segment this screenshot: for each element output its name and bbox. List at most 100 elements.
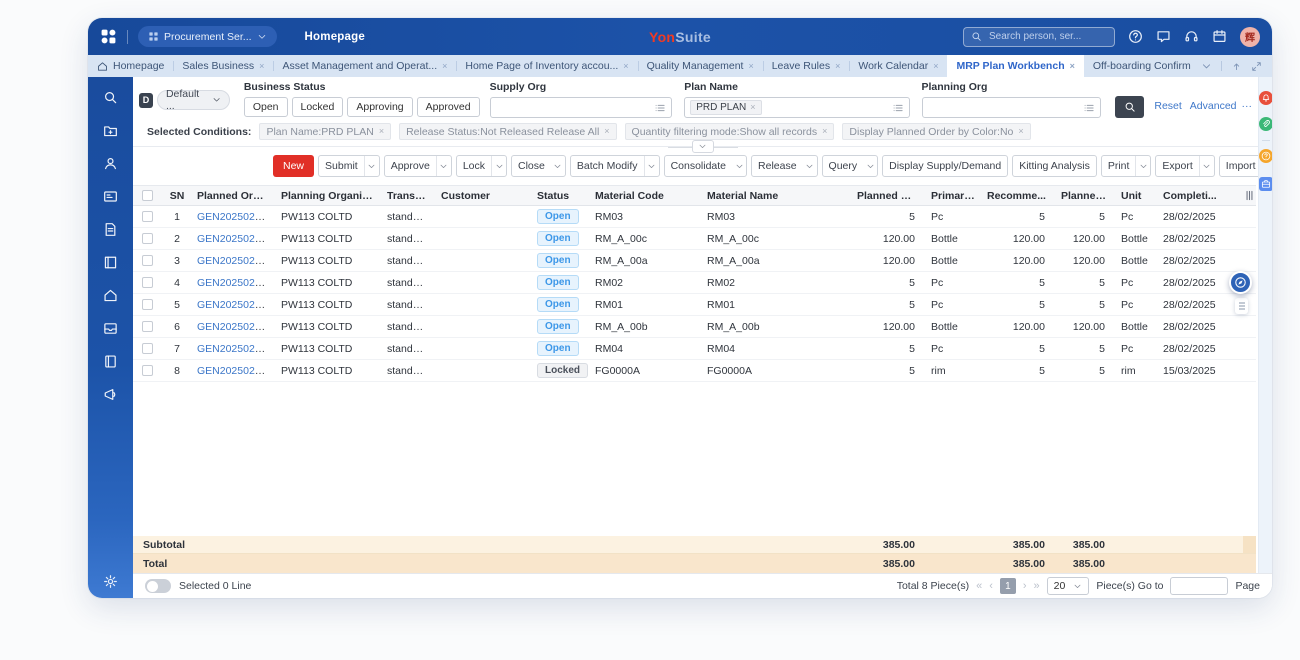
- sidebar-item-id-card-icon[interactable]: [103, 189, 118, 204]
- chip-close-icon[interactable]: ×: [1018, 127, 1023, 136]
- condition-chip-quantity-filtering-mode-show-a[interactable]: Quantity filtering mode:Show all records…: [625, 123, 835, 140]
- column-settings-icon[interactable]: [1243, 189, 1256, 202]
- table-row[interactable]: 3GEN202502250006PW113 COLTDstandard p...…: [133, 250, 1256, 272]
- floating-grip[interactable]: [1235, 298, 1248, 314]
- table-row[interactable]: 6GEN202502250003PW113 COLTDstandard p...…: [133, 316, 1256, 338]
- chevron-down-icon[interactable]: [1136, 162, 1150, 171]
- alarm-icon[interactable]: [1259, 91, 1273, 105]
- row-checkbox[interactable]: [142, 255, 153, 266]
- search-button[interactable]: [1115, 96, 1144, 118]
- export-button[interactable]: Export: [1155, 155, 1214, 177]
- status-filter-approving[interactable]: Approving: [347, 97, 412, 117]
- tab-leave-rules[interactable]: Leave Rules×: [763, 55, 850, 77]
- submit-button[interactable]: Submit: [318, 155, 380, 177]
- current-page[interactable]: 1: [1000, 578, 1016, 594]
- scheme-selector[interactable]: Default ...: [157, 90, 230, 110]
- sidebar-item-notebook-icon[interactable]: [103, 354, 118, 369]
- help-icon[interactable]: [1128, 29, 1143, 44]
- release-button[interactable]: Release: [751, 155, 818, 177]
- sidebar-item-book-icon[interactable]: [103, 255, 118, 270]
- sidebar-item-megaphone-icon[interactable]: [103, 387, 118, 402]
- chevron-down-icon[interactable]: [365, 162, 379, 171]
- table-row[interactable]: 5GEN202502250004PW113 COLTDstandard p...…: [133, 294, 1256, 316]
- selected-only-toggle[interactable]: [145, 579, 171, 593]
- calendar-icon[interactable]: [1212, 29, 1227, 44]
- chevron-down-icon[interactable]: [1200, 162, 1214, 171]
- tab-off-boarding-confirmation[interactable]: Off-boarding Confirmation×: [1084, 55, 1191, 77]
- app-logo-icon[interactable]: [100, 28, 117, 45]
- tab-close-icon[interactable]: ×: [259, 62, 264, 71]
- list-picker-icon[interactable]: [1083, 102, 1095, 114]
- chevron-down-icon[interactable]: [803, 162, 817, 171]
- help-icon[interactable]: [1259, 149, 1273, 163]
- chevron-down-icon[interactable]: [437, 162, 451, 171]
- table-row[interactable]: 2GEN202502250007PW113 COLTDstandard p...…: [133, 228, 1256, 250]
- tab-close-icon[interactable]: ×: [835, 62, 840, 71]
- list-picker-icon[interactable]: [892, 102, 904, 114]
- table-row[interactable]: 7GEN202502250002PW113 COLTDstandard p...…: [133, 338, 1256, 360]
- list-picker-icon[interactable]: [654, 102, 666, 114]
- chevron-down-icon[interactable]: [645, 162, 659, 171]
- table-row[interactable]: 1GEN202502250008PW113 COLTDstandard p...…: [133, 206, 1256, 228]
- global-search[interactable]: [963, 27, 1115, 47]
- planning-org-input[interactable]: [922, 97, 1102, 118]
- global-search-input[interactable]: [987, 30, 1107, 43]
- planned-order-link[interactable]: GEN202502250001: [197, 365, 275, 377]
- tab-asset-management-and-operat[interactable]: Asset Management and Operat...×: [273, 55, 456, 77]
- next-page-icon[interactable]: ›: [1023, 581, 1027, 592]
- new-button[interactable]: New: [273, 155, 314, 177]
- sidebar-item-user-icon[interactable]: [103, 156, 118, 171]
- planned-order-link[interactable]: GEN202502250003: [197, 321, 275, 333]
- tab-work-calendar[interactable]: Work Calendar×: [849, 55, 947, 77]
- row-checkbox[interactable]: [142, 343, 153, 354]
- planned-order-link[interactable]: GEN202502250002: [197, 343, 275, 355]
- select-all-checkbox[interactable]: [142, 190, 153, 201]
- condition-chip-release-status-not-released-re[interactable]: Release Status:Not Released Release All×: [399, 123, 616, 140]
- batch-modify-button[interactable]: Batch Modify: [570, 155, 660, 177]
- settings-gear-icon[interactable]: [103, 574, 118, 589]
- row-checkbox[interactable]: [142, 211, 153, 222]
- sidebar-item-folder-add-icon[interactable]: [103, 123, 118, 138]
- condition-chip-display-planned-order-by-color[interactable]: Display Planned Order by Color:No×: [842, 123, 1030, 140]
- row-checkbox[interactable]: [142, 365, 153, 376]
- chip-close-icon[interactable]: ×: [750, 103, 755, 112]
- planned-order-link[interactable]: GEN202502250008: [197, 211, 275, 223]
- more-options-button[interactable]: ···: [1242, 100, 1253, 112]
- chevron-down-icon[interactable]: [863, 162, 877, 171]
- scroll-top-icon[interactable]: [1231, 61, 1242, 72]
- consolidate-button[interactable]: Consolidate: [664, 155, 747, 177]
- status-filter-locked[interactable]: Locked: [292, 97, 344, 117]
- display-supply-demand-button[interactable]: Display Supply/Demand: [882, 155, 1008, 177]
- condition-chip-plan-name-prd-plan[interactable]: Plan Name:PRD PLAN×: [259, 123, 391, 140]
- table-row[interactable]: 8GEN202502250001PW113 COLTDstandard p...…: [133, 360, 1256, 382]
- row-checkbox[interactable]: [142, 277, 153, 288]
- planned-order-link[interactable]: GEN202502250005: [197, 277, 275, 289]
- status-filter-approved[interactable]: Approved: [417, 97, 480, 117]
- sidebar-item-drawer-icon[interactable]: [103, 321, 118, 336]
- last-page-icon[interactable]: »: [1034, 581, 1040, 592]
- prev-page-icon[interactable]: ‹: [989, 581, 993, 592]
- approve-button[interactable]: Approve: [384, 155, 452, 177]
- fullscreen-icon[interactable]: [1251, 61, 1262, 72]
- reset-button[interactable]: Reset: [1154, 100, 1181, 112]
- planned-order-link[interactable]: GEN202502250004: [197, 299, 275, 311]
- feedback-icon[interactable]: [1156, 29, 1171, 44]
- row-checkbox[interactable]: [142, 299, 153, 310]
- sidebar-item-home-icon[interactable]: [103, 288, 118, 303]
- tabs-menu-icon[interactable]: [1201, 61, 1212, 72]
- table-row[interactable]: 4GEN202502250005PW113 COLTDstandard p...…: [133, 272, 1256, 294]
- briefcase-icon[interactable]: [1259, 177, 1273, 191]
- supply-org-input[interactable]: [490, 97, 673, 118]
- tab-close-icon[interactable]: ×: [442, 62, 447, 71]
- chip-close-icon[interactable]: ×: [822, 127, 827, 136]
- tab-home-page-of-inventory-accou[interactable]: Home Page of Inventory accou...×: [456, 55, 637, 77]
- app-switcher[interactable]: Procurement Ser...: [138, 26, 277, 47]
- chevron-down-icon[interactable]: [551, 162, 565, 171]
- support-icon[interactable]: [1184, 29, 1199, 44]
- print-button[interactable]: Print: [1101, 155, 1152, 177]
- tab-close-icon[interactable]: ×: [623, 62, 628, 71]
- tab-homepage[interactable]: Homepage: [88, 55, 173, 77]
- row-checkbox[interactable]: [142, 321, 153, 332]
- lock-button[interactable]: Lock: [456, 155, 507, 177]
- tab-mrp-plan-workbench[interactable]: MRP Plan Workbench×: [947, 55, 1083, 77]
